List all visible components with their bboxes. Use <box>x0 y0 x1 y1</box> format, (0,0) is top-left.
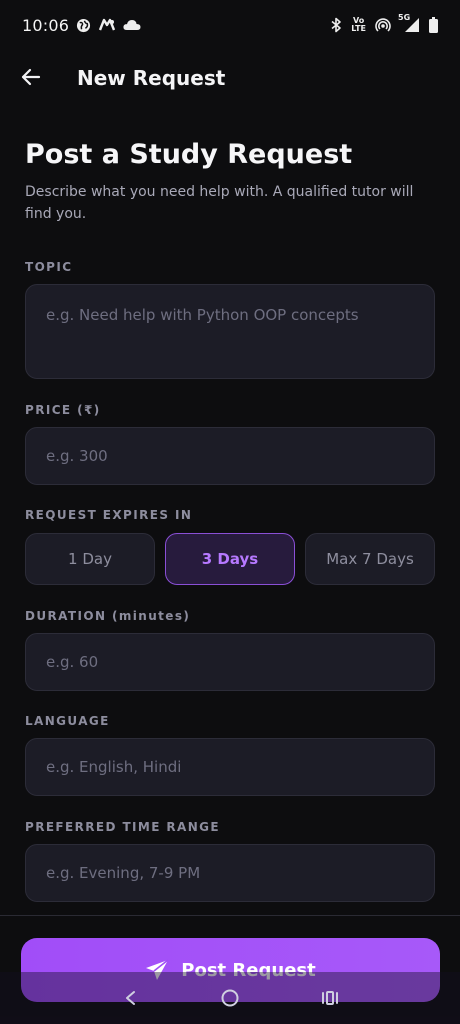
price-label: PRICE (₹) <box>25 403 101 417</box>
signal-icon: 5G <box>398 13 420 33</box>
screen: 10:06 Vo LTE 5G New Request Post a Study… <box>0 0 460 1024</box>
nav-home-button[interactable] <box>210 978 250 1018</box>
home-circle-icon <box>221 989 239 1007</box>
topic-label: TOPIC <box>25 260 73 274</box>
status-left: 10:06 <box>22 16 141 35</box>
volte-icon: Vo LTE <box>351 17 366 33</box>
bottom-divider <box>0 915 460 916</box>
topic-input[interactable] <box>25 284 435 379</box>
cloud-icon <box>123 19 141 31</box>
duration-label: DURATION (minutes) <box>25 609 191 623</box>
page-title: Post a Study Request <box>25 139 353 170</box>
status-right: Vo LTE 5G <box>330 13 438 33</box>
price-input[interactable] <box>25 427 435 485</box>
duration-input[interactable] <box>25 633 435 691</box>
expiry-option-1-day[interactable]: 1 Day <box>25 533 155 585</box>
time-range-label: PREFERRED TIME RANGE <box>25 820 221 834</box>
globe-icon <box>76 18 91 33</box>
expiry-options: 1 Day 3 Days Max 7 Days <box>25 533 435 585</box>
recents-icon <box>322 991 338 1005</box>
arrow-left-icon <box>21 68 41 86</box>
system-nav-bar <box>0 972 460 1024</box>
expiry-option-3-days[interactable]: 3 Days <box>165 533 295 585</box>
app-bar-title: New Request <box>77 66 226 90</box>
status-time: 10:06 <box>22 15 70 35</box>
back-button[interactable] <box>14 60 48 94</box>
app-bar: New Request <box>0 52 460 106</box>
volte-bottom-text: LTE <box>351 24 366 33</box>
expiry-label: REQUEST EXPIRES IN <box>25 508 193 522</box>
hotspot-icon <box>375 17 391 33</box>
bluetooth-icon <box>330 17 342 33</box>
language-input[interactable] <box>25 738 435 796</box>
app-notification-icon <box>98 18 116 32</box>
network-type: 5G <box>398 13 411 22</box>
battery-icon <box>429 17 438 33</box>
language-label: LANGUAGE <box>25 714 110 728</box>
page-subtitle: Describe what you need help with. A qual… <box>25 184 414 222</box>
nav-recents-button[interactable] <box>310 978 350 1018</box>
time-range-input[interactable] <box>25 844 435 902</box>
nav-back-button[interactable] <box>110 978 150 1018</box>
status-bar: 10:06 Vo LTE 5G <box>0 0 460 50</box>
chevron-left-icon <box>126 991 135 1005</box>
expiry-option-max-7-days[interactable]: Max 7 Days <box>305 533 435 585</box>
